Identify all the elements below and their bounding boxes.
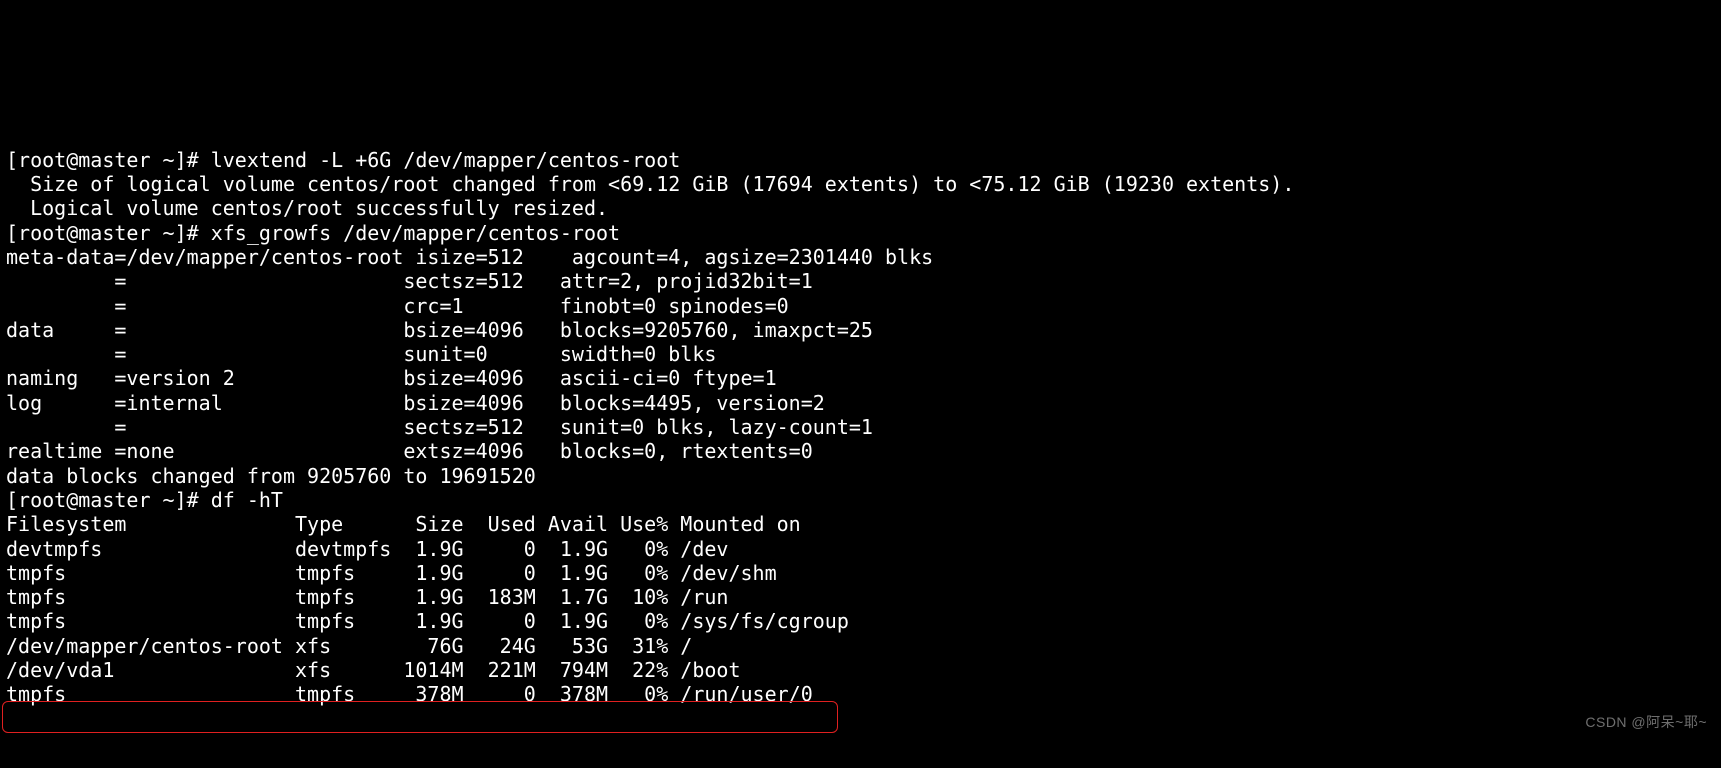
xfs-output-line: realtime =none extsz=4096 blocks=0, rtex… [6,439,813,463]
df-row: /dev/vda1 xfs 1014M 221M 794M 22% /boot [6,658,741,682]
xfs-output-line: naming =version 2 bsize=4096 ascii-ci=0 … [6,366,777,390]
df-row: tmpfs tmpfs 378M 0 378M 0% /run/user/0 [6,682,813,706]
prompt: [root@master ~]# [6,148,211,172]
xfs-output-line: = sunit=0 swidth=0 blks [6,342,716,366]
xfs-output-line: data blocks changed from 9205760 to 1969… [6,464,536,488]
df-row: tmpfs tmpfs 1.9G 0 1.9G 0% /dev/shm [6,561,777,585]
prompt: [root@master ~]# [6,221,211,245]
xfs-output-line: = crc=1 finobt=0 spinodes=0 [6,294,789,318]
df-row: devtmpfs devtmpfs 1.9G 0 1.9G 0% /dev [6,537,728,561]
lvextend-output-line-1: Size of logical volume centos/root chang… [6,172,1294,196]
command-df: df -hT [211,488,283,512]
command-xfs-growfs: xfs_growfs /dev/mapper/centos-root [211,221,620,245]
xfs-output-line: data = bsize=4096 blocks=9205760, imaxpc… [6,318,873,342]
df-row: tmpfs tmpfs 1.9G 0 1.9G 0% /sys/fs/cgrou… [6,609,849,633]
command-lvextend: lvextend -L +6G /dev/mapper/centos-root [211,148,681,172]
xfs-output-line: = sectsz=512 attr=2, projid32bit=1 [6,269,813,293]
df-row-highlighted: /dev/mapper/centos-root xfs 76G 24G 53G … [6,634,692,658]
prompt: [root@master ~]# [6,488,211,512]
watermark: CSDN @阿呆~耶~ [1585,710,1707,734]
terminal[interactable]: [root@master ~]# lvextend -L +6G /dev/ma… [0,121,1721,732]
df-row: tmpfs tmpfs 1.9G 183M 1.7G 10% /run [6,585,728,609]
xfs-output-line: = sectsz=512 sunit=0 blks, lazy-count=1 [6,415,873,439]
xfs-output-line: meta-data=/dev/mapper/centos-root isize=… [6,245,933,269]
xfs-output-line: log =internal bsize=4096 blocks=4495, ve… [6,391,825,415]
lvextend-output-line-2: Logical volume centos/root successfully … [6,196,608,220]
df-header: Filesystem Type Size Used Avail Use% Mou… [6,512,801,536]
